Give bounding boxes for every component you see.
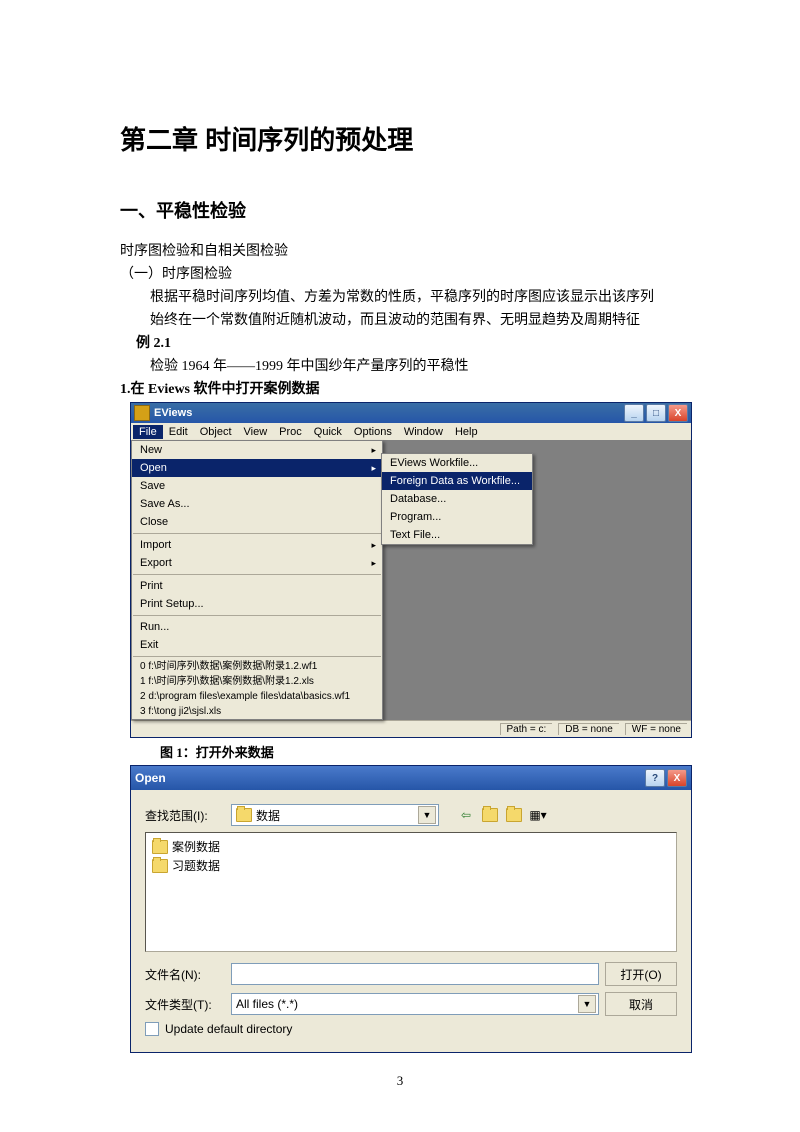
menu-item-new[interactable]: New▸ [132, 441, 382, 459]
recent-file[interactable]: 2 d:\program files\example files\data\ba… [132, 689, 382, 704]
menu-edit[interactable]: Edit [163, 425, 194, 439]
menu-separator [133, 574, 381, 575]
menu-item-close[interactable]: Close [132, 513, 382, 531]
app-icon [134, 405, 150, 421]
dialog-titlebar[interactable]: Open ? X [131, 766, 691, 790]
menu-item-save[interactable]: Save [132, 477, 382, 495]
filename-label: 文件名(N): [145, 966, 225, 983]
close-button[interactable]: X [668, 404, 688, 422]
filetype-dropdown[interactable]: All files (*.*) ▼ [231, 993, 599, 1015]
recent-file[interactable]: 0 f:\时间序列\数据\案例数据\附录1.2.wf1 [132, 659, 382, 674]
open-button[interactable]: 打开(O) [605, 962, 677, 986]
menu-quick[interactable]: Quick [308, 425, 348, 439]
recent-file[interactable]: 3 f:\tong ji2\sjsl.xls [132, 704, 382, 719]
close-button[interactable]: X [667, 769, 687, 787]
menu-help[interactable]: Help [449, 425, 484, 439]
folder-icon [152, 840, 168, 854]
submenu-foreign-data[interactable]: Foreign Data as Workfile... [382, 472, 532, 490]
menu-item-import[interactable]: Import▸ [132, 536, 382, 554]
filetype-label: 文件类型(T): [145, 996, 225, 1013]
filename-input[interactable] [231, 963, 599, 985]
back-icon[interactable]: ⇦ [457, 806, 475, 824]
update-default-checkbox[interactable] [145, 1022, 159, 1036]
view-menu-icon[interactable]: ▦▾ [529, 806, 547, 824]
workspace: New▸ Open▸ Save Save As... Close Import▸… [131, 440, 691, 720]
help-button[interactable]: ? [645, 769, 665, 787]
up-folder-icon[interactable] [481, 806, 499, 824]
menu-proc[interactable]: Proc [273, 425, 308, 439]
section-title: 一、平稳性检验 [120, 197, 680, 223]
submenu-eviews-workfile[interactable]: EViews Workfile... [382, 454, 532, 472]
menu-separator [133, 656, 381, 657]
text-line: 根据平稳时间序列均值、方差为常数的性质，平稳序列的时序图应该显示出该序列 [150, 287, 680, 308]
submenu-program[interactable]: Program... [382, 508, 532, 526]
submenu-text-file[interactable]: Text File... [382, 526, 532, 544]
menu-file[interactable]: File [133, 425, 163, 439]
status-wf: WF = none [625, 723, 687, 735]
chevron-down-icon[interactable]: ▼ [578, 995, 596, 1013]
chevron-right-icon: ▸ [371, 556, 376, 570]
menu-item-run[interactable]: Run... [132, 618, 382, 636]
filetype-value: All files (*.*) [236, 997, 298, 1011]
status-bar: Path = c: DB = none WF = none [131, 720, 691, 737]
status-db: DB = none [558, 723, 619, 735]
eviews-window: EViews _ □ X File Edit Object View Proc … [130, 402, 692, 738]
new-folder-icon[interactable] [505, 806, 523, 824]
chapter-title: 第二章 时间序列的预处理 [120, 120, 680, 157]
menu-item-export[interactable]: Export▸ [132, 554, 382, 572]
minimize-button[interactable]: _ [624, 404, 644, 422]
menu-separator [133, 533, 381, 534]
chevron-right-icon: ▸ [371, 538, 376, 552]
text-line: 时序图检验和自相关图检验 [120, 241, 680, 262]
text-line: （一）时序图检验 [120, 264, 680, 285]
list-item[interactable]: 案例数据 [150, 837, 672, 856]
titlebar[interactable]: EViews _ □ X [131, 403, 691, 423]
file-menu-dropdown: New▸ Open▸ Save Save As... Close Import▸… [131, 440, 383, 720]
menu-options[interactable]: Options [348, 425, 398, 439]
text-line: 检验 1964 年——1999 年中国纱年产量序列的平稳性 [150, 356, 680, 377]
folder-icon [236, 808, 252, 822]
status-path: Path = c: [500, 723, 553, 735]
submenu-database[interactable]: Database... [382, 490, 532, 508]
dialog-title: Open [135, 771, 166, 785]
figure-caption: 图 1：打开外来数据 [160, 742, 680, 761]
cancel-button[interactable]: 取消 [605, 992, 677, 1016]
folder-icon [152, 859, 168, 873]
menu-item-save-as[interactable]: Save As... [132, 495, 382, 513]
open-submenu: EViews Workfile... Foreign Data as Workf… [381, 453, 533, 545]
page-number: 3 [120, 1073, 680, 1089]
menu-object[interactable]: Object [194, 425, 238, 439]
look-in-value: 数据 [256, 807, 280, 824]
list-item[interactable]: 习题数据 [150, 856, 672, 875]
menu-item-print[interactable]: Print [132, 577, 382, 595]
menu-item-open[interactable]: Open▸ [132, 459, 382, 477]
menu-separator [133, 615, 381, 616]
chevron-down-icon[interactable]: ▼ [418, 806, 436, 824]
menu-item-exit[interactable]: Exit [132, 636, 382, 654]
menu-view[interactable]: View [238, 425, 274, 439]
step-title: 1.在 Eviews 软件中打开案例数据 [120, 379, 680, 400]
look-in-label: 查找范围(I): [145, 807, 225, 824]
menubar: File Edit Object View Proc Quick Options… [131, 423, 691, 440]
maximize-button[interactable]: □ [646, 404, 666, 422]
menu-window[interactable]: Window [398, 425, 449, 439]
chevron-right-icon: ▸ [371, 461, 376, 475]
text-line: 始终在一个常数值附近随机波动，而且波动的范围有界、无明显趋势及周期特征 [150, 310, 680, 331]
look-in-dropdown[interactable]: 数据 ▼ [231, 804, 439, 826]
update-default-label: Update default directory [165, 1022, 292, 1036]
file-list[interactable]: 案例数据 习题数据 [145, 832, 677, 952]
recent-file[interactable]: 1 f:\时间序列\数据\案例数据\附录1.2.xls [132, 674, 382, 689]
menu-item-print-setup[interactable]: Print Setup... [132, 595, 382, 613]
example-label: 例 2.1 [136, 333, 680, 354]
chevron-right-icon: ▸ [371, 443, 376, 457]
open-dialog: Open ? X 查找范围(I): 数据 ▼ ⇦ [130, 765, 692, 1053]
window-title: EViews [154, 407, 192, 419]
